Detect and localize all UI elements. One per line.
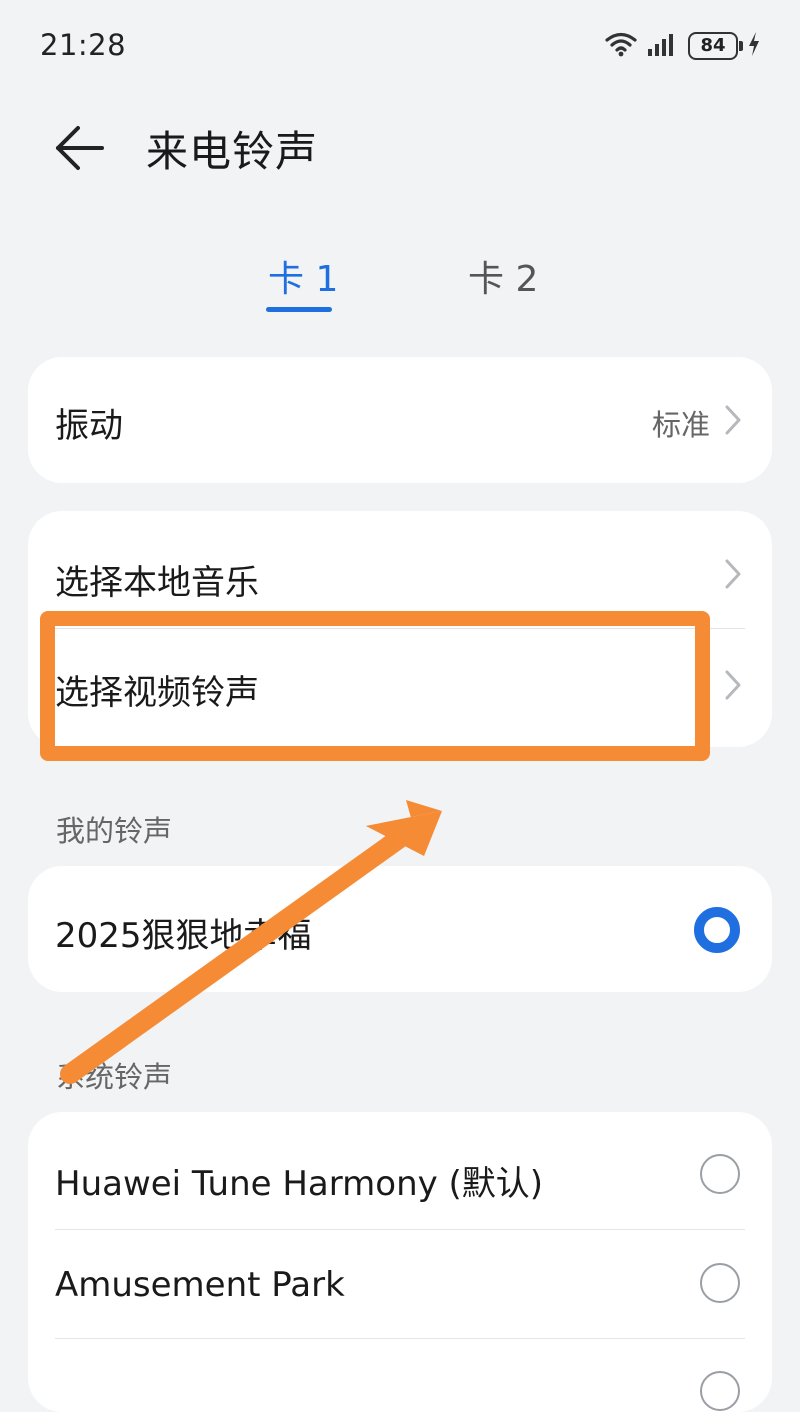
radio-selected[interactable] — [694, 907, 740, 953]
vibration-value: 标准 — [651, 408, 710, 442]
ringtone-label: Amusement Park — [55, 1265, 345, 1305]
vibration-card: 振动 标准 — [28, 357, 772, 483]
back-button[interactable] — [52, 120, 112, 176]
my-ringtones-card: 2025狠狠地幸福 — [28, 866, 772, 992]
ringtone-label: Huawei Tune Harmony (默认) — [55, 1164, 544, 1204]
ringtone-row[interactable]: 2025狠狠地幸福 — [28, 866, 772, 992]
tab-active-indicator — [266, 307, 332, 312]
chevron-right-icon — [722, 558, 744, 590]
ringtone-row[interactable]: Huawei Tune Harmony (默认) — [28, 1112, 772, 1229]
vibration-row[interactable]: 振动 标准 — [28, 357, 772, 483]
my-ringtones-section-label: 我的铃声 — [56, 814, 173, 848]
battery-icon: 84 — [688, 32, 743, 60]
chevron-right-icon — [722, 669, 744, 701]
system-ringtones-card: Huawei Tune Harmony (默认) Amusement Park — [28, 1112, 772, 1412]
wifi-icon — [604, 30, 638, 62]
charging-icon — [746, 30, 762, 62]
tab-card-1[interactable]: 卡 1 — [268, 250, 338, 302]
signal-icon — [646, 31, 680, 61]
arrow-left-icon — [52, 126, 112, 180]
radio-unselected[interactable] — [700, 1371, 740, 1411]
status-icons: 84 — [604, 28, 762, 64]
status-bar: 21:28 84 — [0, 0, 800, 92]
chevron-right-icon — [722, 404, 744, 436]
select-local-music-label: 选择本地音乐 — [55, 563, 259, 603]
ringtone-row-partial[interactable] — [28, 1339, 772, 1412]
page-title: 来电铃声 — [146, 127, 319, 176]
status-time: 21:28 — [40, 28, 127, 62]
ringtone-row[interactable]: Amusement Park — [28, 1230, 772, 1338]
tab-card-2[interactable]: 卡 2 — [468, 250, 538, 302]
ringtone-label: 2025狠狠地幸福 — [55, 916, 312, 956]
annotation-highlight-box — [40, 611, 710, 761]
vibration-label: 振动 — [55, 406, 123, 446]
radio-unselected[interactable] — [700, 1263, 740, 1303]
system-ringtones-section-label: 系统铃声 — [56, 1060, 173, 1094]
radio-unselected[interactable] — [700, 1154, 740, 1194]
